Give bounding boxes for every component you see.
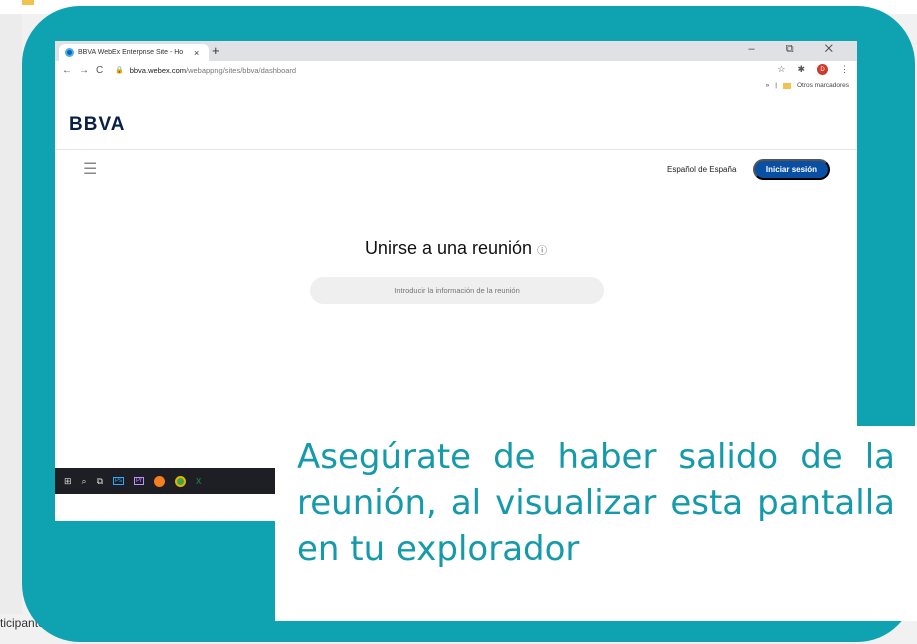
bookmarks-more-icon[interactable]: » bbox=[766, 82, 770, 89]
meeting-info-input[interactable] bbox=[310, 277, 604, 304]
extensions-icon[interactable]: ✱ bbox=[797, 64, 805, 75]
site-header: BBVA bbox=[55, 92, 857, 150]
tab-title: BBVA WebEx Enterprise Site - Ho bbox=[78, 49, 184, 56]
new-tab-button[interactable]: + bbox=[212, 43, 220, 58]
instruction-text: Asegúrate de haber salido de la reunión,… bbox=[297, 437, 895, 569]
photoshop-icon[interactable]: Ps bbox=[113, 477, 125, 485]
instruction-note: Asegúrate de haber salido de la reunión,… bbox=[275, 426, 917, 621]
chrome-icon[interactable] bbox=[175, 475, 187, 487]
tab-webex[interactable]: BBVA WebEx Enterprise Site - Ho × bbox=[59, 44, 209, 61]
url-text: bbva.webex.com/webappng/sites/bbva/dashb… bbox=[129, 65, 297, 75]
window-controls[interactable]: – ⧉ ✕ bbox=[749, 43, 847, 56]
bbva-logo[interactable]: BBVA bbox=[69, 114, 125, 136]
search-icon[interactable]: ⌕ bbox=[82, 476, 87, 487]
webex-favicon-icon bbox=[65, 48, 74, 57]
tab-close-icon[interactable]: × bbox=[194, 48, 199, 58]
folder-icon bbox=[22, 0, 34, 5]
back-icon[interactable]: ← bbox=[62, 65, 72, 76]
hamburger-menu-icon[interactable]: ☰ bbox=[83, 159, 97, 179]
task-view-icon[interactable]: ⧉ bbox=[97, 476, 103, 487]
url-field[interactable]: 🔒 bbva.webex.com/webappng/sites/bbva/das… bbox=[115, 63, 755, 77]
background-panel bbox=[0, 14, 22, 614]
windows-start-icon[interactable]: ⊞ bbox=[64, 476, 72, 487]
avatar[interactable]: D bbox=[817, 64, 828, 75]
tab-bar: BBVA WebEx Enterprise Site - Ho × + – ⧉ … bbox=[55, 41, 857, 61]
menu-dots-icon[interactable]: ⋮ bbox=[840, 64, 849, 75]
bookmarks-bar: » | Otros marcadores bbox=[55, 79, 857, 92]
bookmarks-folder-other[interactable]: Otros marcadores bbox=[797, 82, 849, 89]
site-nav: ☰ Español de España Iniciar sesión bbox=[55, 151, 857, 191]
firefox-icon[interactable] bbox=[154, 475, 166, 487]
star-icon[interactable]: ☆ bbox=[777, 64, 785, 75]
excel-icon[interactable]: X bbox=[196, 477, 201, 486]
signin-button[interactable]: Iniciar sesión bbox=[753, 159, 830, 180]
folder-icon bbox=[782, 82, 791, 89]
toolbar-right: ☆ ✱ D ⋮ bbox=[777, 64, 849, 75]
join-meeting-title: Unirse a una reunión ⓘ bbox=[364, 238, 548, 258]
premiere-icon[interactable]: Pr bbox=[134, 477, 145, 485]
language-selector[interactable]: Español de España bbox=[667, 165, 736, 174]
forward-icon[interactable]: → bbox=[79, 65, 89, 76]
windows-taskbar: ⊞ ⌕ ⧉ Ps Pr X bbox=[55, 468, 275, 494]
address-bar-row: ← → C 🔒 bbva.webex.com/webappng/sites/bb… bbox=[55, 61, 857, 79]
info-icon[interactable]: ⓘ bbox=[537, 246, 547, 257]
reload-icon[interactable]: C bbox=[96, 65, 103, 76]
divider: | bbox=[775, 82, 777, 89]
lock-icon: 🔒 bbox=[115, 67, 124, 74]
